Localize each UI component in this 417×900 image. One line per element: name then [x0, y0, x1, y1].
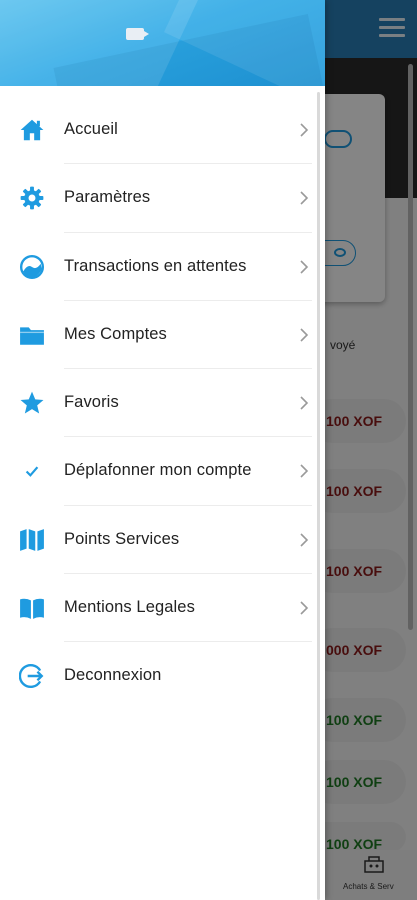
menu-item-favoris[interactable]: Favoris — [0, 369, 320, 438]
menu-item-label: Points Services — [64, 529, 180, 548]
chevron-right-icon — [298, 463, 310, 479]
menu-item-label: Déplafonner mon compte — [64, 461, 252, 480]
menu-item-label: Deconnexion — [64, 666, 162, 685]
chevron-right-icon — [298, 259, 310, 275]
menu-item-label: Mentions Legales — [64, 598, 195, 617]
logout-icon — [19, 663, 45, 689]
menu-item-mentions-legales[interactable]: Mentions Legales — [0, 574, 320, 643]
menu-item-parametres[interactable]: Paramètres — [0, 164, 320, 233]
drawer-header — [0, 0, 325, 86]
chevron-right-icon — [298, 532, 310, 548]
menu-item-label: Accueil — [64, 120, 118, 138]
clock-icon — [19, 254, 45, 280]
chevron-right-icon — [298, 122, 310, 138]
menu-item-points-services[interactable]: Points Services — [0, 506, 320, 575]
drawer-menu: Accueil Paramètres Transactions en atten… — [0, 96, 320, 711]
star-icon — [19, 390, 45, 416]
check-icon — [19, 458, 45, 484]
menu-item-label: Transactions en attentes — [64, 256, 247, 275]
menu-item-mes-comptes[interactable]: Mes Comptes — [0, 301, 320, 370]
card-icon — [126, 28, 149, 40]
chevron-right-icon — [298, 600, 310, 616]
chevron-right-icon — [298, 190, 310, 206]
menu-item-label: Favoris — [64, 393, 119, 412]
chevron-right-icon — [298, 395, 310, 411]
folder-icon — [19, 322, 45, 348]
home-icon — [19, 117, 45, 143]
menu-item-accueil[interactable]: Accueil — [0, 96, 320, 165]
menu-item-label: Mes Comptes — [64, 324, 167, 343]
menu-item-deplafonner-mon-compte[interactable]: Déplafonner mon compte — [0, 437, 320, 506]
drawer-scrollbar[interactable] — [317, 92, 320, 900]
gear-icon — [19, 185, 45, 211]
chevron-right-icon — [298, 327, 310, 343]
menu-item-label: Paramètres — [64, 188, 151, 207]
menu-item-transactions-en-attentes[interactable]: Transactions en attentes — [0, 233, 320, 301]
book-icon — [19, 595, 45, 621]
navigation-drawer: Accueil Paramètres Transactions en atten… — [0, 0, 325, 900]
menu-item-deconnexion[interactable]: Deconnexion — [0, 642, 320, 710]
map-icon — [19, 527, 45, 553]
